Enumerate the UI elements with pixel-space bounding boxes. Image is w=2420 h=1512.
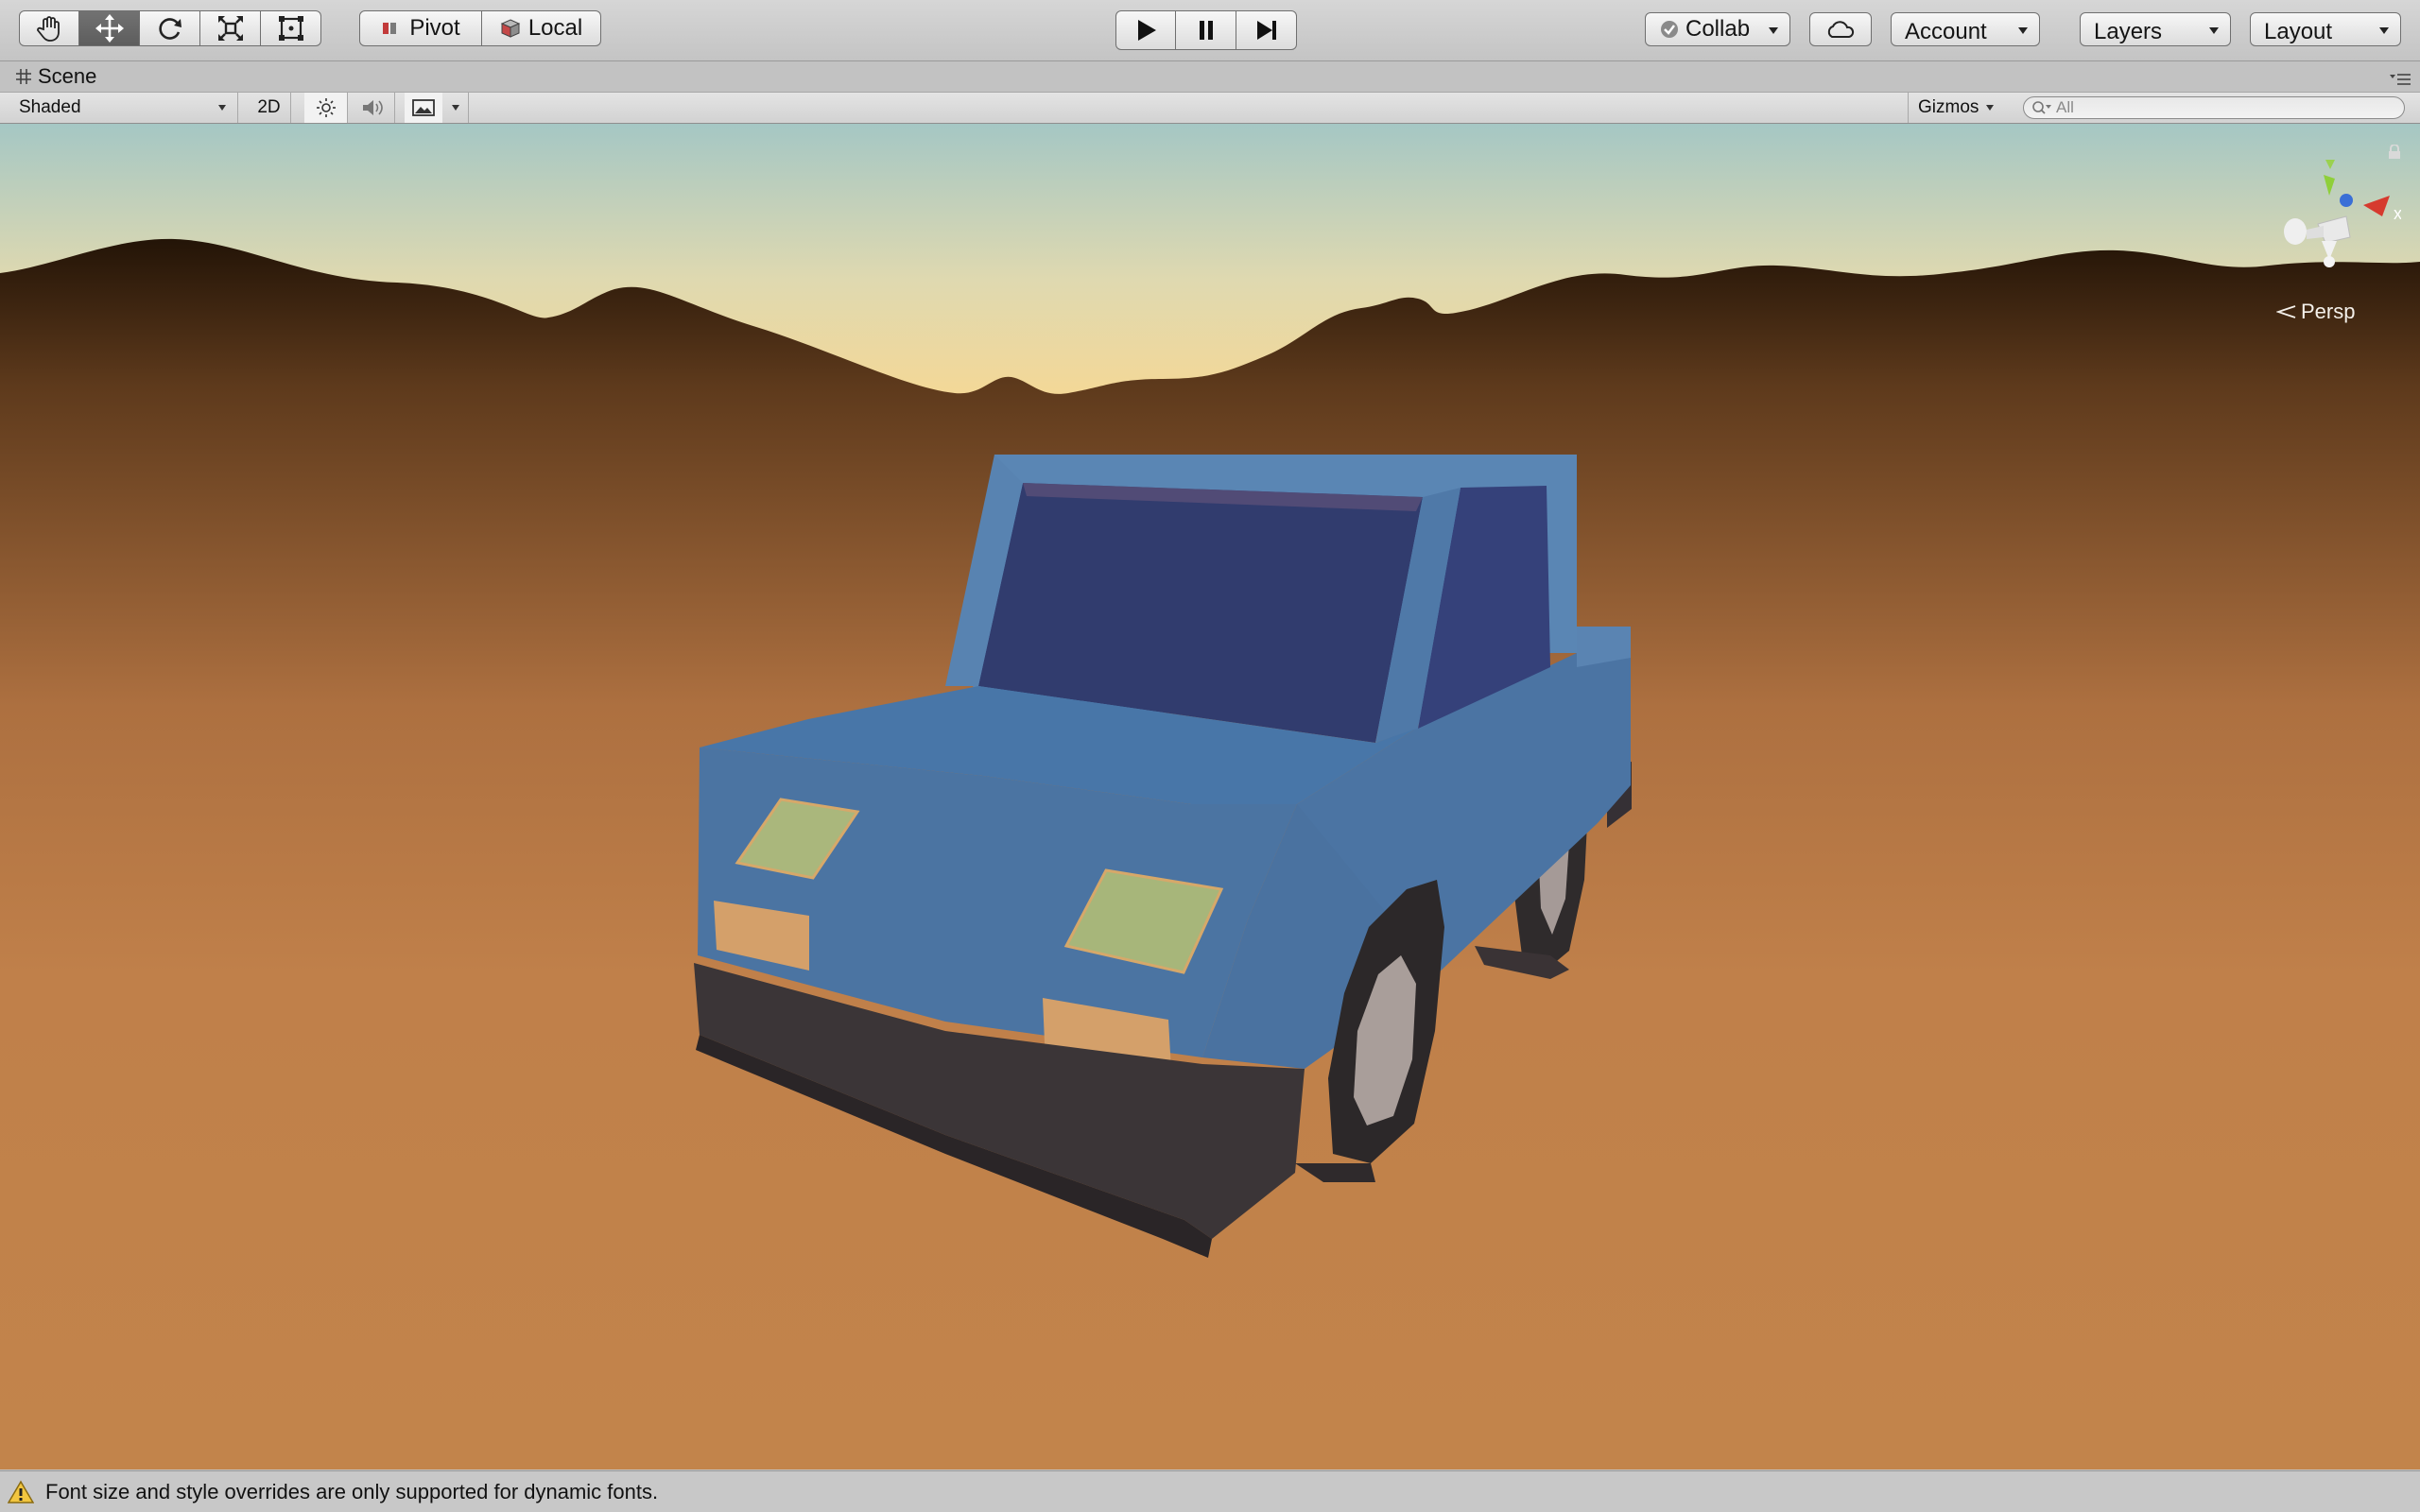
- scene-render: [0, 124, 2420, 1469]
- draw-mode-dropdown[interactable]: Shaded: [0, 93, 238, 123]
- rotate-icon: [158, 18, 182, 40]
- scene-toolbar: Shaded 2D Gizmos All: [0, 93, 2420, 124]
- pivot-toggle-button[interactable]: Pivot: [359, 10, 482, 46]
- play-button[interactable]: [1115, 10, 1176, 50]
- gizmo-axis-z[interactable]: [2340, 194, 2353, 207]
- collab-label: Collab: [1685, 16, 1751, 42]
- rect-transform-icon: [278, 16, 303, 41]
- gizmo-axis-x[interactable]: [2363, 196, 2390, 216]
- perspective-icon: [2276, 305, 2296, 318]
- scale-icon: [217, 16, 243, 41]
- local-label: Local: [527, 15, 583, 41]
- step-button[interactable]: [1236, 10, 1297, 50]
- layout-arrow-icon: [2379, 27, 2389, 34]
- warning-icon: [8, 1480, 34, 1503]
- projection-toggle[interactable]: Persp: [2276, 300, 2355, 324]
- transform-tools: [19, 10, 321, 48]
- audio-toggle-button[interactable]: [352, 93, 395, 123]
- speaker-icon: [362, 100, 383, 115]
- orientation-gizmo[interactable]: x: [2269, 148, 2401, 271]
- layers-label: Layers: [2094, 19, 2163, 44]
- scene-viewport[interactable]: x Persp: [0, 124, 2420, 1469]
- tab-scene[interactable]: Scene: [15, 64, 96, 89]
- local-toggle-button[interactable]: Local: [482, 10, 601, 46]
- main-toolbar: Pivot Local Collab Account Layers Layout: [0, 0, 2420, 61]
- layers-dropdown[interactable]: Layers: [2080, 12, 2231, 46]
- 2d-label: 2D: [257, 97, 281, 117]
- scene-search-input[interactable]: All: [2023, 96, 2405, 119]
- status-bar: Font size and style overrides are only s…: [0, 1470, 2420, 1512]
- search-icon: [2032, 101, 2051, 114]
- pivot-icon: [383, 23, 397, 34]
- cloud-button[interactable]: [1809, 12, 1872, 46]
- scene-grid-icon: [16, 69, 31, 84]
- effects-toggle-button[interactable]: [405, 93, 442, 123]
- account-label: Account: [1905, 19, 1987, 44]
- account-arrow-icon: [2018, 27, 2028, 34]
- step-icon: [1256, 21, 1276, 40]
- tab-menu-icon[interactable]: [2390, 73, 2411, 86]
- effects-arrow-icon: [451, 105, 459, 111]
- pause-button[interactable]: [1176, 10, 1236, 50]
- hand-tool-button[interactable]: [19, 10, 79, 46]
- lighting-toggle-button[interactable]: [304, 93, 348, 123]
- projection-label: Persp: [2301, 300, 2356, 323]
- rotate-tool-button[interactable]: [140, 10, 200, 46]
- account-dropdown[interactable]: Account: [1891, 12, 2040, 46]
- play-controls: [1115, 10, 1297, 50]
- sun-icon: [316, 98, 336, 117]
- gizmos-dropdown[interactable]: Gizmos: [1908, 93, 2014, 123]
- rect-tool-button[interactable]: [261, 10, 321, 46]
- local-cube-icon: [500, 19, 521, 38]
- scale-tool-button[interactable]: [200, 10, 261, 46]
- search-placeholder: All: [2056, 98, 2074, 116]
- check-circle-icon: [1661, 21, 1678, 38]
- layers-arrow-icon: [2209, 27, 2219, 34]
- gizmo-axis-y[interactable]: [2324, 175, 2335, 196]
- draw-mode-arrow-icon: [218, 105, 226, 111]
- layout-dropdown[interactable]: Layout: [2250, 12, 2401, 46]
- scene-tab-label: Scene: [38, 64, 97, 88]
- lock-icon[interactable]: [2388, 145, 2401, 160]
- draw-mode-label: Shaded: [19, 97, 81, 117]
- 2d-toggle-button[interactable]: 2D: [248, 93, 291, 123]
- move-tool-button[interactable]: [79, 10, 140, 46]
- collab-dropdown[interactable]: Collab: [1645, 12, 1790, 46]
- gizmos-arrow-icon: [1986, 105, 1995, 111]
- cloud-icon: [1827, 21, 1855, 38]
- collab-arrow-icon: [1769, 27, 1778, 34]
- gizmo-x-label: x: [2394, 204, 2401, 223]
- effects-dropdown[interactable]: [442, 93, 469, 123]
- hand-icon: [37, 16, 60, 42]
- layout-label: Layout: [2264, 19, 2333, 44]
- tab-bar: Scene: [0, 61, 2420, 93]
- status-message: Font size and style overrides are only s…: [45, 1479, 659, 1503]
- pivot-local-group: Pivot Local: [359, 10, 601, 48]
- play-icon: [1138, 20, 1156, 41]
- pause-icon: [1199, 21, 1213, 40]
- image-icon: [412, 99, 435, 116]
- pivot-label: Pivot: [409, 15, 460, 41]
- gizmos-label: Gizmos: [1918, 97, 1979, 117]
- move-arrows-icon: [95, 14, 124, 43]
